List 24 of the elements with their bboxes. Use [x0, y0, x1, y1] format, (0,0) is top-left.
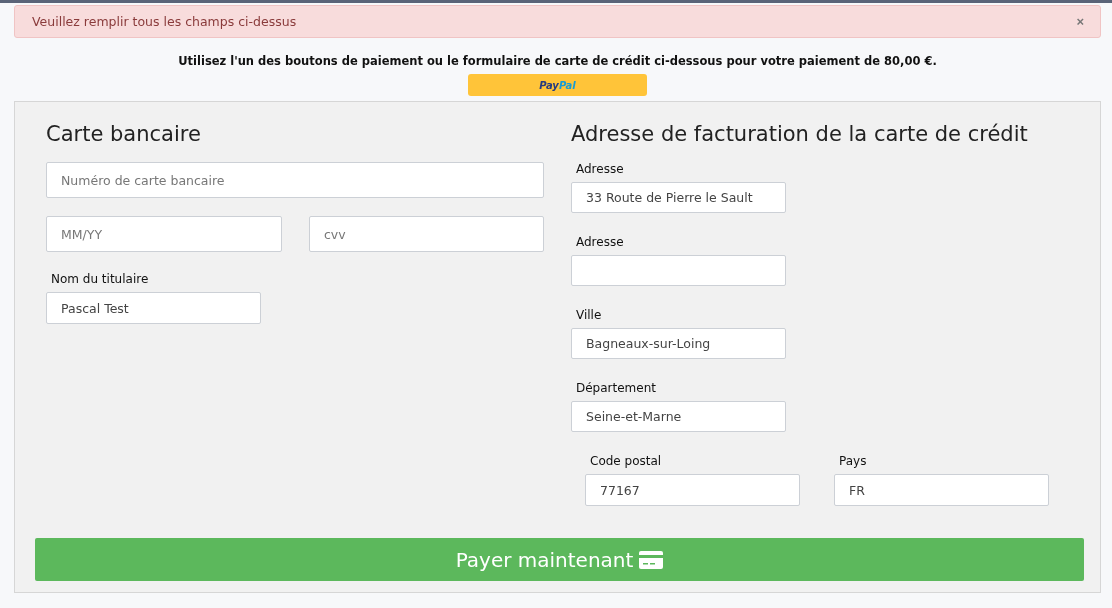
text-field[interactable]: 33 Route de Pierre le Sault: [571, 182, 786, 213]
field-label: Adresse: [576, 235, 625, 249]
credit-card-icon: [639, 550, 664, 569]
text-field[interactable]: [571, 255, 786, 286]
text-field[interactable]: FR: [834, 474, 1049, 506]
paypal-button[interactable]: PayPal: [468, 74, 647, 96]
section-heading: Adresse de facturation de la carte de crédit: [571, 122, 1029, 146]
card-number-field[interactable]: Numéro de carte bancaire: [46, 162, 544, 198]
cardholder-field[interactable]: Pascal Test: [46, 292, 261, 324]
alert-message: Veuillez remplir tous les champs ci-dessus: [32, 14, 297, 29]
field-label: Département: [576, 381, 657, 395]
field-label: Code postal: [590, 454, 663, 468]
payment-instructions: Utilisez l'un des boutons de paiement ou le formulaire de carte de crédit ci-dessous pour votre paiement de 80,00 €.: [177, 54, 938, 68]
field-label: Pays: [839, 454, 868, 468]
text-field[interactable]: 77167: [585, 474, 800, 506]
section-heading: Carte bancaire: [46, 122, 202, 146]
expiry-field[interactable]: MM/YY: [46, 216, 282, 252]
field-label: Nom du titulaire: [51, 272, 150, 286]
text-field[interactable]: Seine-et-Marne: [571, 401, 786, 432]
field-label: Ville: [576, 308, 603, 322]
close-button[interactable]: ×: [1076, 14, 1084, 29]
field-label: Adresse: [576, 162, 625, 176]
cvv-field[interactable]: cvv: [309, 216, 544, 252]
text-field[interactable]: Bagneaux-sur-Loing: [571, 328, 786, 359]
